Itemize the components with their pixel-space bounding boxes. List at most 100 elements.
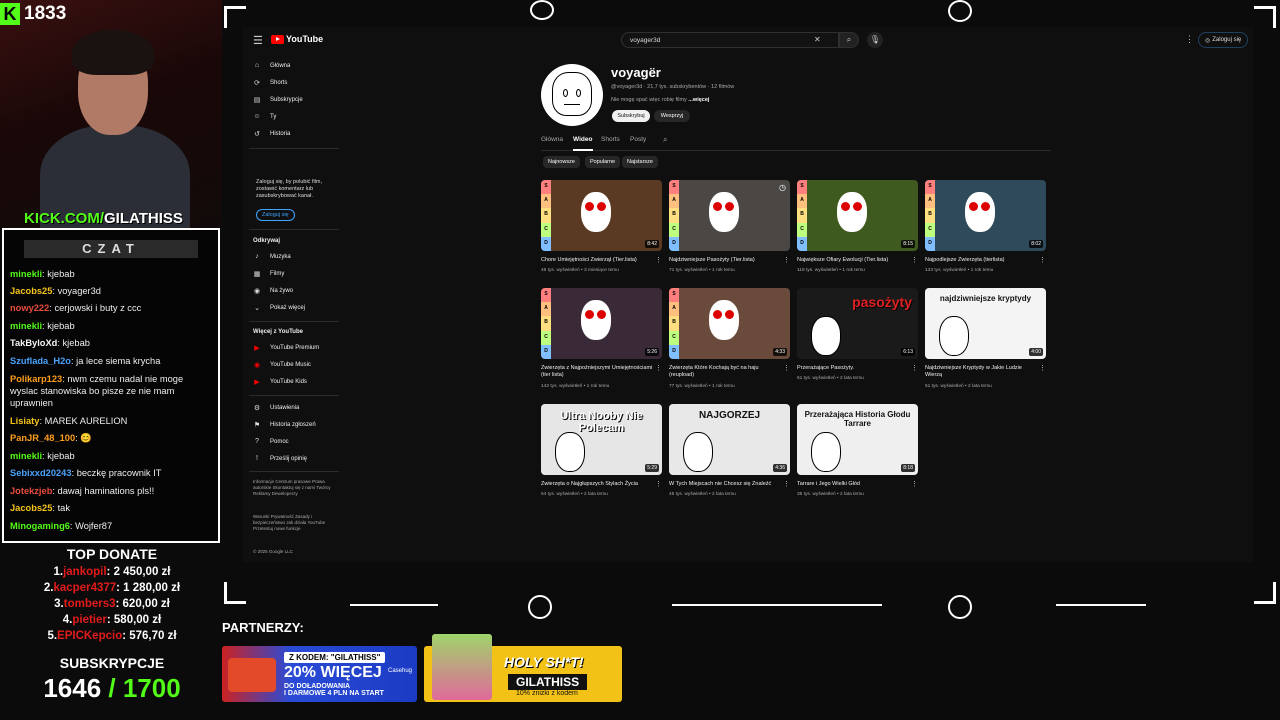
sidebar-item-music[interactable]: ♪ Muzyka (253, 253, 290, 260)
tab-2[interactable]: Shorts (601, 136, 620, 143)
tierlist-strip: SABCD (541, 288, 551, 359)
sidebar-item-home[interactable]: ⌂ Główna (253, 62, 290, 69)
tab-0[interactable]: Główna (541, 136, 563, 143)
video-menu-icon[interactable]: ⋮ (655, 480, 662, 488)
video-menu-icon[interactable]: ⋮ (655, 256, 662, 264)
search-input[interactable]: voyager3d (621, 32, 839, 48)
sidebar-item-history[interactable]: ↺ Historia (253, 130, 290, 138)
video-title[interactable]: W Tych Miejscach nie Chcesz się Znaleźć (669, 481, 781, 488)
video-menu-icon[interactable]: ⋮ (783, 364, 790, 372)
clear-search-icon[interactable]: ✕ (814, 35, 821, 44)
sidebar-item-yt-premium[interactable]: ▶ YouTube Premium (253, 344, 319, 352)
sidebar-item-shorts[interactable]: ⟳ Shorts (253, 79, 287, 87)
chat-username: minekli (10, 451, 43, 461)
video-title[interactable]: Chore Umiejętności Zwierząt (Tier.lista) (541, 257, 653, 264)
video-menu-icon[interactable]: ⋮ (911, 480, 918, 488)
tierlist-strip: SABCD (797, 180, 807, 251)
video-title[interactable]: Najdziwniejsze Pasożyty (Tier.lista) (669, 257, 781, 264)
channel-avatar[interactable] (541, 64, 603, 126)
subscribe-button[interactable]: Subskrybuj (612, 110, 650, 122)
sidebar-item-chevron-down[interactable]: ⌄ Pokaż więcej (253, 304, 305, 312)
video-meta: 118 tys. wyświetleń • 1 rok temu (797, 268, 865, 273)
watch-later-icon[interactable]: ◷ (779, 183, 786, 192)
product-cans-icon (432, 634, 492, 700)
sidebar-item-flag[interactable]: ⚑ Historia zgłoszeń (253, 421, 316, 429)
hamburger-menu-icon[interactable]: ☰ (253, 34, 263, 47)
thumbnail-text: pasożyty (852, 294, 912, 310)
video-title[interactable]: Przerażające Pasożyty. (797, 365, 909, 372)
video-title[interactable]: Najpodlejsze Zwierzęta (tierlista) (925, 257, 1037, 264)
video-thumbnail[interactable]: S A B C D 8:02 (925, 180, 1046, 251)
video-title[interactable]: Największe Ofiary Ewolucji (Tier.lista) (797, 257, 909, 264)
sidebar-item-label: Filmy (270, 271, 285, 277)
voice-search-button[interactable]: 🎙 (867, 32, 883, 48)
sidebar-item-help[interactable]: ? Pomoc (253, 438, 289, 445)
video-menu-icon[interactable]: ⋮ (911, 364, 918, 372)
video-thumbnail[interactable]: Przerażająca Historia Głodu Tarrare 8:18 (797, 404, 918, 475)
chat-username: Jacobs25 (10, 503, 53, 513)
support-button[interactable]: Wesprzyj (654, 110, 690, 122)
banner1-tag: Z KODEM: "GILATHISS" (284, 652, 386, 663)
sidebar-item-yt-music[interactable]: ◉ YouTube Music (253, 361, 311, 369)
sidebar-item-live[interactable]: ◉ Na żywo (253, 287, 293, 295)
sort-chip[interactable]: Najstarsze (622, 156, 658, 168)
video-title[interactable]: Najdziwniejsze Kryptydy w Jakie Ludzie W… (925, 365, 1037, 379)
video-meta: 64 tys. wyświetleń • 2 lata temu (541, 492, 608, 497)
video-menu-icon[interactable]: ⋮ (911, 256, 918, 264)
footer-links[interactable]: Informacje Centrum prasowe Prawa autorsk… (253, 479, 333, 497)
sidebar-item-subscriptions[interactable]: ▤ Subskrypcje (253, 96, 303, 104)
video-menu-icon[interactable]: ⋮ (783, 480, 790, 488)
frame-corner (1254, 6, 1276, 28)
video-title[interactable]: Zwierzęta o Najgłupszych Stylach Życia (541, 481, 653, 488)
sidebar-signin-button[interactable]: Zaloguj się (256, 209, 295, 221)
video-thumbnail[interactable]: S A B C D 8:42 (541, 180, 662, 251)
chat-text: ja lece siema krycha (76, 356, 161, 366)
footer-links[interactable]: Warunki Prywatność Zasady i bezpieczeńst… (253, 514, 333, 532)
sidebar-item-feedback[interactable]: ! Prześlij opinię (253, 455, 307, 462)
video-menu-icon[interactable]: ⋮ (655, 364, 662, 372)
sidebar-item-label: Pokaż więcej (270, 305, 306, 311)
chat-text: voyager3d (57, 286, 101, 296)
video-thumbnail[interactable]: NAJGORZEJ 4:36 (669, 404, 790, 475)
channel-description[interactable]: Nie mogę spać więc robię filmy ...więcej (611, 97, 709, 103)
sign-in-button[interactable]: ◎ Zaloguj się (1198, 32, 1249, 48)
search-icon: ⌕ (846, 35, 852, 44)
video-thumbnail[interactable]: S A B C D ◷ (669, 180, 790, 251)
settings-menu-icon[interactable]: ⋮ (1185, 34, 1194, 45)
video-menu-icon[interactable]: ⋮ (1039, 256, 1046, 264)
donation-amount: : 576,70 zł (122, 630, 177, 642)
search-button[interactable]: ⌕ (839, 32, 859, 48)
chat-message: minekli: kjebab (10, 450, 210, 462)
cartoon-character (837, 192, 867, 232)
sort-chip[interactable]: Najnowsze (543, 156, 580, 168)
video-title[interactable]: Zwierzęta z Najpoźniejszymi Umiejętności… (541, 365, 653, 379)
sidebar-item-gear[interactable]: ⚙ Ustawienia (253, 404, 300, 412)
sidebar-divider (249, 229, 339, 230)
video-title[interactable]: Tarrare i Jego Wielki Głód (797, 481, 909, 488)
video-thumbnail[interactable]: najdziwniejsze kryptydy 4:00 (925, 288, 1046, 359)
video-thumbnail[interactable]: S A B C D 4:33 (669, 288, 790, 359)
chat-username: Lisiaty (10, 416, 40, 426)
channel-search-icon[interactable]: ⌕ (663, 135, 667, 145)
video-title[interactable]: Zwierzęta Które Kochają być na haju (reu… (669, 365, 781, 379)
youtube-logo-text: YouTube (286, 34, 324, 44)
video-thumbnail[interactable]: S A B C D 8:15 (797, 180, 918, 251)
chest-icon (228, 658, 276, 692)
sidebar-item-film[interactable]: ▦ Filmy (253, 270, 285, 278)
tab-3[interactable]: Posty (630, 136, 646, 143)
sidebar-item-you[interactable]: ☺ Ty (253, 113, 276, 120)
explore-title: Odkrywaj (253, 238, 281, 244)
chat-text: kjebab (47, 321, 75, 331)
video-menu-icon[interactable]: ⋮ (783, 256, 790, 264)
video-thumbnail[interactable]: pasożyty 6:13 (797, 288, 918, 359)
video-meta: 71 tys. wyświetleń • 1 rok temu (669, 268, 735, 273)
chat-username: Jotekzjeb (10, 486, 53, 496)
video-thumbnail[interactable]: S A B C D 5:26 (541, 288, 662, 359)
tab-1[interactable]: Wideo (573, 136, 592, 143)
sort-chip[interactable]: Popularne (585, 156, 621, 168)
sidebar-item-yt-kids[interactable]: ▶ YouTube Kids (253, 378, 307, 386)
video-thumbnail[interactable]: Ultra Nooby Nie Polecam 5:29 (541, 404, 662, 475)
video-menu-icon[interactable]: ⋮ (1039, 364, 1046, 372)
donation-row: 3.tombers3: 620,00 zł (0, 596, 224, 612)
youtube-logo[interactable]: YouTube (271, 34, 323, 44)
